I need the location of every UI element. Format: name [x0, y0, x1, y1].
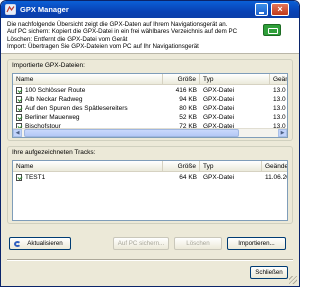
file-type: GPX-Datei — [203, 87, 235, 94]
recorded-tracks-label: Ihre aufgezeichneten Tracks: — [12, 149, 96, 156]
import-button[interactable]: Importieren... — [227, 237, 286, 250]
refresh-button[interactable]: Aktualisieren — [9, 237, 71, 250]
track-type: GPX-Datei — [203, 174, 235, 181]
info-line: Löschen: Entfernt die GPX-Datei vom Gerä… — [7, 35, 128, 43]
recorded-tracks-group: Ihre aufgezeichneten Tracks: Name Größe … — [7, 146, 293, 224]
column-header-size[interactable]: Größe — [163, 74, 200, 85]
file-size: 94 KB — [179, 96, 197, 103]
gpx-file-icon — [16, 105, 22, 112]
file-type: GPX-Datei — [203, 105, 235, 112]
track-name: TEST1 — [25, 174, 46, 181]
title-bar[interactable]: GPX Manager × — [1, 1, 299, 18]
scrollbar-thumb[interactable] — [24, 129, 239, 137]
gpx-file-icon — [16, 114, 22, 121]
column-header-type[interactable]: Typ — [200, 161, 262, 172]
info-line: Import: Übertragen Sie GPX-Dateien vom P… — [7, 42, 199, 50]
app-icon — [5, 4, 16, 15]
imported-files-label: Importierte GPX-Dateien: — [12, 62, 85, 69]
list-item[interactable]: Auf den Spuren des Spätlesereiters 80 KB… — [13, 104, 287, 113]
delete-button[interactable]: Löschen — [174, 237, 222, 250]
file-name: 100 Schlösser Route — [25, 87, 86, 94]
gpx-file-icon — [16, 96, 22, 103]
column-header-changed[interactable]: Geänder — [262, 161, 287, 172]
gpx-manager-window: GPX Manager × Die nachfolgende Übersicht… — [0, 0, 300, 287]
separator — [7, 259, 293, 261]
close-window-button[interactable]: × — [271, 3, 289, 16]
list-item[interactable]: Alb Neckar Radweg 94 KB GPX-Datei 13.0 — [13, 95, 287, 104]
info-line: Die nachfolgende Übersicht zeigt die GPX… — [7, 21, 228, 28]
file-changed: 13.0 — [273, 105, 286, 112]
navigation-device-logo — [263, 24, 281, 36]
refresh-button-label: Aktualisieren — [27, 240, 63, 247]
column-header-changed[interactable]: Geän — [270, 74, 287, 85]
file-type: GPX-Datei — [203, 114, 235, 121]
resize-grip-icon[interactable] — [289, 276, 297, 284]
list-header: Name Größe Typ Geän — [13, 74, 287, 85]
scroll-right-icon[interactable]: ▶ — [278, 129, 287, 137]
track-size: 64 KB — [179, 174, 197, 181]
file-name: Berliner Mauerweg — [25, 114, 80, 121]
list-header: Name Größe Typ Geänder — [13, 161, 287, 172]
column-header-name[interactable]: Name — [13, 161, 163, 172]
list-item[interactable]: TEST1 64 KB GPX-Datei 11.06.20 — [13, 173, 287, 182]
column-header-size[interactable]: Größe — [163, 161, 200, 172]
gpx-file-icon — [16, 174, 22, 181]
track-changed: 11.06.20 — [265, 174, 288, 181]
column-header-type[interactable]: Typ — [200, 74, 270, 85]
file-changed: 13.0 — [273, 114, 286, 121]
refresh-icon — [14, 241, 21, 247]
file-size: 416 KB — [175, 87, 197, 94]
window-title: GPX Manager — [20, 5, 69, 14]
imported-files-list[interactable]: Name Größe Typ Geän 100 Schlösser Route … — [12, 73, 288, 138]
file-name: Alb Neckar Radweg — [25, 96, 83, 103]
scroll-left-icon[interactable]: ◀ — [13, 129, 22, 137]
save-to-pc-button[interactable]: Auf PC sichern... — [113, 237, 169, 250]
recorded-tracks-list[interactable]: Name Größe Typ Geänder TEST1 64 KB GPX-D… — [12, 160, 288, 221]
list-item[interactable]: Berliner Mauerweg 52 KB GPX-Datei 13.0 — [13, 113, 287, 122]
list-item[interactable]: 100 Schlösser Route 416 KB GPX-Datei 13.… — [13, 86, 287, 95]
minimize-button[interactable] — [255, 3, 268, 16]
file-changed: 13.0 — [273, 87, 286, 94]
file-size: 52 KB — [179, 114, 197, 121]
file-name: Auf den Spuren des Spätlesereiters — [25, 105, 128, 112]
gpx-file-icon — [16, 87, 22, 94]
file-changed: 13.0 — [273, 96, 286, 103]
info-panel: Die nachfolgende Übersicht zeigt die GPX… — [1, 18, 299, 54]
imported-files-group: Importierte GPX-Dateien: Name Größe Typ … — [7, 59, 293, 141]
horizontal-scrollbar[interactable]: ◀ ▶ — [13, 128, 287, 137]
info-line: Auf PC sichern: Kopiert die GPX-Datei in… — [7, 28, 238, 36]
column-header-name[interactable]: Name — [13, 74, 163, 85]
close-button[interactable]: Schließen — [250, 266, 288, 279]
file-type: GPX-Datei — [203, 96, 235, 103]
file-size: 80 KB — [179, 105, 197, 112]
